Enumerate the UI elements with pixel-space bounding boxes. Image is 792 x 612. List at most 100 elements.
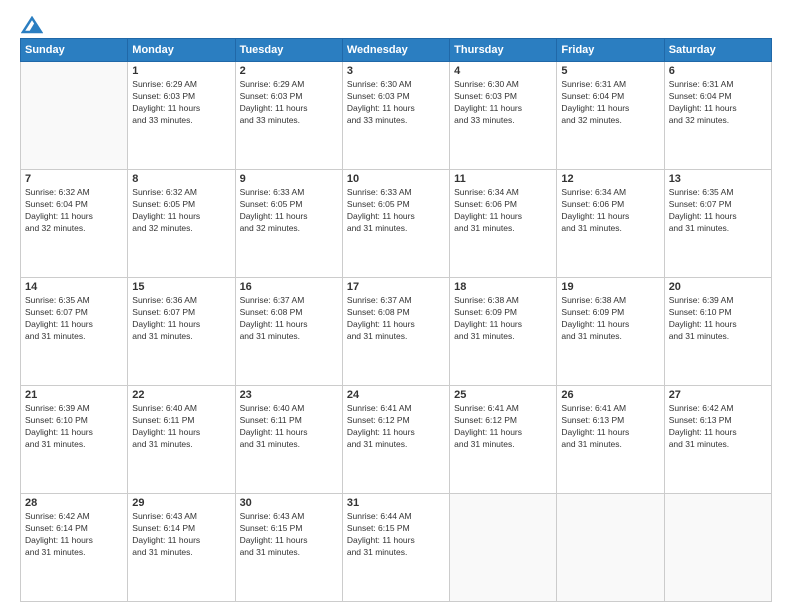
day-number: 11 — [454, 173, 552, 185]
day-info: Sunrise: 6:35 AM Sunset: 6:07 PM Dayligh… — [669, 187, 767, 235]
day-number: 20 — [669, 281, 767, 293]
weekday-header-sunday: Sunday — [21, 39, 128, 62]
day-number: 16 — [240, 281, 338, 293]
calendar-week-row: 21 Sunrise: 6:39 AM Sunset: 6:10 PM Dayli… — [21, 386, 772, 494]
day-number: 18 — [454, 281, 552, 293]
logo — [20, 16, 44, 30]
calendar-cell: 19 Sunrise: 6:38 AM Sunset: 6:09 PM Dayli… — [557, 278, 664, 386]
calendar-cell: 5Sunrise: 6:31 AM Sunset: 6:04 PM Daylig… — [557, 62, 664, 170]
day-number: 12 — [561, 173, 659, 185]
day-info: Sunrise: 6:37 AM Sunset: 6:08 PM Dayligh… — [347, 295, 445, 343]
day-info: Sunrise: 6:38 AM Sunset: 6:09 PM Dayligh… — [454, 295, 552, 343]
calendar-table: SundayMondayTuesdayWednesdayThursdayFrid… — [20, 38, 772, 602]
day-number: 25 — [454, 389, 552, 401]
calendar-cell: 6 Sunrise: 6:31 AM Sunset: 6:04 PM Daylig… — [664, 62, 771, 170]
day-info: Sunrise: 6:33 AM Sunset: 6:05 PM Dayligh… — [347, 187, 445, 235]
day-info: Sunrise: 6:35 AM Sunset: 6:07 PM Dayligh… — [25, 295, 123, 343]
weekday-header-friday: Friday — [557, 39, 664, 62]
calendar-week-row: 7Sunrise: 6:32 AM Sunset: 6:04 PM Daylig… — [21, 170, 772, 278]
day-info: Sunrise: 6:44 AM Sunset: 6:15 PM Dayligh… — [347, 511, 445, 559]
day-number: 6 — [669, 65, 767, 77]
weekday-header-wednesday: Wednesday — [342, 39, 449, 62]
calendar-week-row: 28Sunrise: 6:42 AM Sunset: 6:14 PM Dayli… — [21, 494, 772, 602]
day-info: Sunrise: 6:30 AM Sunset: 6:03 PM Dayligh… — [454, 79, 552, 127]
calendar-cell — [664, 494, 771, 602]
calendar-cell: 22Sunrise: 6:40 AM Sunset: 6:11 PM Dayli… — [128, 386, 235, 494]
day-number: 4 — [454, 65, 552, 77]
weekday-header-tuesday: Tuesday — [235, 39, 342, 62]
calendar-cell: 14 Sunrise: 6:35 AM Sunset: 6:07 PM Dayli… — [21, 278, 128, 386]
day-number: 28 — [25, 497, 123, 509]
day-info: Sunrise: 6:32 AM Sunset: 6:04 PM Dayligh… — [25, 187, 123, 235]
day-info: Sunrise: 6:43 AM Sunset: 6:15 PM Dayligh… — [240, 511, 338, 559]
day-number: 30 — [240, 497, 338, 509]
weekday-header-row: SundayMondayTuesdayWednesdayThursdayFrid… — [21, 39, 772, 62]
day-number: 13 — [669, 173, 767, 185]
day-number: 17 — [347, 281, 445, 293]
day-info: Sunrise: 6:31 AM Sunset: 6:04 PM Dayligh… — [669, 79, 767, 127]
calendar-cell: 24 Sunrise: 6:41 AM Sunset: 6:12 PM Dayli… — [342, 386, 449, 494]
day-info: Sunrise: 6:37 AM Sunset: 6:08 PM Dayligh… — [240, 295, 338, 343]
calendar-cell: 3Sunrise: 6:30 AM Sunset: 6:03 PM Daylig… — [342, 62, 449, 170]
day-number: 8 — [132, 173, 230, 185]
day-info: Sunrise: 6:40 AM Sunset: 6:11 PM Dayligh… — [132, 403, 230, 451]
day-info: Sunrise: 6:41 AM Sunset: 6:13 PM Dayligh… — [561, 403, 659, 451]
calendar-cell: 27 Sunrise: 6:42 AM Sunset: 6:13 PM Dayli… — [664, 386, 771, 494]
day-number: 29 — [132, 497, 230, 509]
calendar-cell: 20 Sunrise: 6:39 AM Sunset: 6:10 PM Dayli… — [664, 278, 771, 386]
day-info: Sunrise: 6:29 AM Sunset: 6:03 PM Dayligh… — [132, 79, 230, 127]
calendar-cell — [557, 494, 664, 602]
weekday-header-monday: Monday — [128, 39, 235, 62]
calendar-cell: 30 Sunrise: 6:43 AM Sunset: 6:15 PM Dayli… — [235, 494, 342, 602]
calendar-cell: 29 Sunrise: 6:43 AM Sunset: 6:14 PM Dayli… — [128, 494, 235, 602]
day-number: 19 — [561, 281, 659, 293]
calendar-cell: 16 Sunrise: 6:37 AM Sunset: 6:08 PM Dayli… — [235, 278, 342, 386]
calendar-cell: 10 Sunrise: 6:33 AM Sunset: 6:05 PM Dayli… — [342, 170, 449, 278]
calendar-week-row: 1Sunrise: 6:29 AM Sunset: 6:03 PM Daylig… — [21, 62, 772, 170]
calendar-cell: 15 Sunrise: 6:36 AM Sunset: 6:07 PM Dayli… — [128, 278, 235, 386]
day-info: Sunrise: 6:39 AM Sunset: 6:10 PM Dayligh… — [669, 295, 767, 343]
calendar-cell: 25 Sunrise: 6:41 AM Sunset: 6:12 PM Dayli… — [450, 386, 557, 494]
weekday-header-saturday: Saturday — [664, 39, 771, 62]
day-number: 14 — [25, 281, 123, 293]
calendar-cell: 12 Sunrise: 6:34 AM Sunset: 6:06 PM Dayli… — [557, 170, 664, 278]
day-number: 23 — [240, 389, 338, 401]
calendar-cell — [450, 494, 557, 602]
calendar-cell: 1Sunrise: 6:29 AM Sunset: 6:03 PM Daylig… — [128, 62, 235, 170]
calendar-cell: 26 Sunrise: 6:41 AM Sunset: 6:13 PM Dayli… — [557, 386, 664, 494]
calendar-cell: 13 Sunrise: 6:35 AM Sunset: 6:07 PM Dayli… — [664, 170, 771, 278]
day-info: Sunrise: 6:43 AM Sunset: 6:14 PM Dayligh… — [132, 511, 230, 559]
weekday-header-thursday: Thursday — [450, 39, 557, 62]
day-number: 27 — [669, 389, 767, 401]
day-info: Sunrise: 6:34 AM Sunset: 6:06 PM Dayligh… — [561, 187, 659, 235]
day-info: Sunrise: 6:33 AM Sunset: 6:05 PM Dayligh… — [240, 187, 338, 235]
calendar-week-row: 14 Sunrise: 6:35 AM Sunset: 6:07 PM Dayli… — [21, 278, 772, 386]
calendar-cell: 18 Sunrise: 6:38 AM Sunset: 6:09 PM Dayli… — [450, 278, 557, 386]
day-number: 9 — [240, 173, 338, 185]
day-info: Sunrise: 6:34 AM Sunset: 6:06 PM Dayligh… — [454, 187, 552, 235]
day-number: 21 — [25, 389, 123, 401]
calendar-cell: 23Sunrise: 6:40 AM Sunset: 6:11 PM Dayli… — [235, 386, 342, 494]
day-number: 24 — [347, 389, 445, 401]
day-number: 2 — [240, 65, 338, 77]
day-info: Sunrise: 6:38 AM Sunset: 6:09 PM Dayligh… — [561, 295, 659, 343]
day-info: Sunrise: 6:41 AM Sunset: 6:12 PM Dayligh… — [454, 403, 552, 451]
day-number: 10 — [347, 173, 445, 185]
page: SundayMondayTuesdayWednesdayThursdayFrid… — [0, 0, 792, 612]
logo-icon — [21, 16, 43, 34]
day-info: Sunrise: 6:42 AM Sunset: 6:13 PM Dayligh… — [669, 403, 767, 451]
calendar-cell: 2Sunrise: 6:29 AM Sunset: 6:03 PM Daylig… — [235, 62, 342, 170]
day-info: Sunrise: 6:41 AM Sunset: 6:12 PM Dayligh… — [347, 403, 445, 451]
day-info: Sunrise: 6:32 AM Sunset: 6:05 PM Dayligh… — [132, 187, 230, 235]
day-number: 26 — [561, 389, 659, 401]
day-info: Sunrise: 6:36 AM Sunset: 6:07 PM Dayligh… — [132, 295, 230, 343]
day-info: Sunrise: 6:39 AM Sunset: 6:10 PM Dayligh… — [25, 403, 123, 451]
day-info: Sunrise: 6:30 AM Sunset: 6:03 PM Dayligh… — [347, 79, 445, 127]
calendar-cell: 21 Sunrise: 6:39 AM Sunset: 6:10 PM Dayli… — [21, 386, 128, 494]
day-number: 15 — [132, 281, 230, 293]
calendar-cell: 31Sunrise: 6:44 AM Sunset: 6:15 PM Dayli… — [342, 494, 449, 602]
day-info: Sunrise: 6:31 AM Sunset: 6:04 PM Dayligh… — [561, 79, 659, 127]
header — [20, 16, 772, 30]
calendar-cell: 11 Sunrise: 6:34 AM Sunset: 6:06 PM Dayli… — [450, 170, 557, 278]
calendar-cell: 8 Sunrise: 6:32 AM Sunset: 6:05 PM Daylig… — [128, 170, 235, 278]
